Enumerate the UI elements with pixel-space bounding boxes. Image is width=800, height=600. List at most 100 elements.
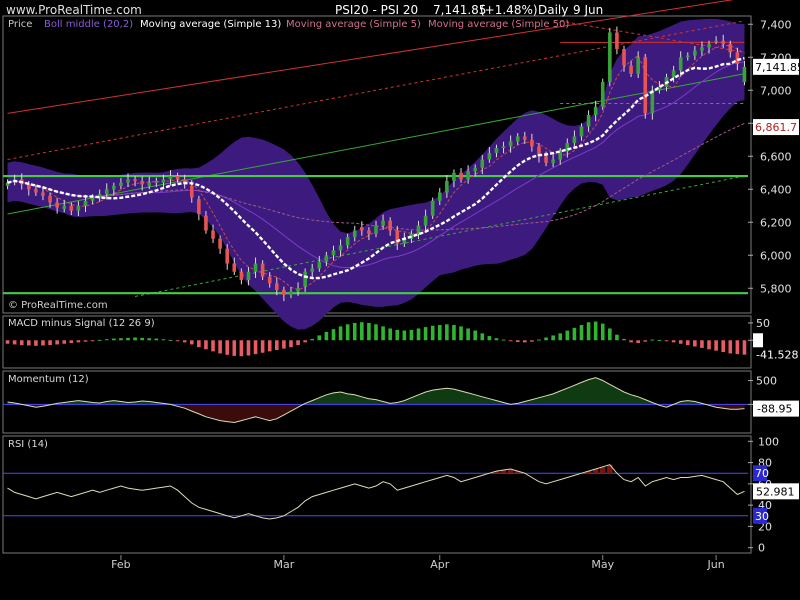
- macd-bar: [345, 324, 350, 341]
- candle-body: [480, 159, 485, 168]
- candle-body: [459, 172, 463, 180]
- candle-body: [76, 205, 81, 211]
- candle-body: [324, 255, 329, 262]
- macd-bar: [636, 340, 640, 344]
- macd-bar: [685, 340, 690, 346]
- candle-body: [593, 106, 598, 115]
- candle-body: [685, 55, 690, 58]
- macd-bar: [445, 324, 449, 341]
- macd-bar: [402, 330, 407, 341]
- macd-bar: [586, 322, 591, 341]
- macd-bar: [246, 340, 251, 356]
- macd-bar: [317, 335, 322, 341]
- candle-body: [388, 220, 392, 231]
- candle-body: [104, 189, 109, 195]
- macd-bar: [175, 340, 180, 342]
- macd-bar: [523, 340, 527, 343]
- macd-bar: [182, 340, 187, 343]
- macd-bar: [69, 340, 74, 344]
- macd-bar: [473, 330, 477, 341]
- macd-bar: [218, 340, 222, 354]
- price-ytick-label: 6,000: [760, 249, 792, 262]
- macd-bar: [409, 329, 414, 341]
- macd-bar: [197, 340, 201, 348]
- date-label: 9 Jun: [573, 3, 604, 17]
- macd-bar: [608, 328, 612, 341]
- candle-body: [487, 152, 492, 160]
- rsi-last-value: 52.981: [756, 485, 795, 498]
- macd-bar: [579, 325, 584, 341]
- macd-bar: [466, 328, 470, 341]
- momentum-negative-area: [7, 404, 745, 423]
- macd-bar: [126, 337, 130, 341]
- candle-body: [289, 291, 293, 295]
- candle-body: [473, 167, 477, 172]
- candle-body: [112, 185, 116, 190]
- candle-body: [69, 205, 74, 211]
- macd-bar: [650, 339, 655, 341]
- macd-bar: [34, 340, 38, 346]
- candle-body: [331, 250, 336, 256]
- last-price: 7,141.85: [433, 3, 487, 17]
- macd-bar: [324, 331, 329, 341]
- macd-bar: [168, 339, 173, 341]
- macd-last-value: -41.528: [756, 349, 798, 362]
- candle-body: [707, 44, 711, 48]
- candle-body: [452, 172, 456, 181]
- momentum-positive-area: [7, 377, 745, 405]
- candle-body: [147, 182, 152, 186]
- macd-bar: [671, 340, 676, 343]
- candle-body: [374, 225, 378, 234]
- candle-body: [508, 141, 513, 147]
- macd-bar: [487, 336, 492, 341]
- candle-body: [161, 179, 166, 183]
- macd-bar: [565, 330, 570, 341]
- rsi-ytick-label: 100: [758, 435, 779, 448]
- macd-bar: [112, 338, 116, 341]
- rsi-guide-label: 70: [755, 467, 769, 480]
- candle-body: [246, 271, 251, 280]
- candle-body: [239, 271, 244, 280]
- candle-body: [232, 263, 237, 272]
- candle-body: [437, 192, 442, 201]
- macd-bar: [310, 338, 315, 341]
- macd-bar: [367, 322, 371, 341]
- candle-body: [168, 176, 173, 180]
- macd-bar: [189, 340, 194, 345]
- macd-bar: [19, 340, 24, 346]
- macd-bar: [742, 340, 747, 355]
- price-ytick-label: 5,800: [760, 282, 792, 295]
- candle-body: [140, 181, 144, 185]
- macd-bar: [544, 337, 548, 341]
- macd-bar: [395, 329, 400, 341]
- macd-bar: [260, 340, 265, 353]
- macd-bar: [657, 339, 662, 341]
- candle-body: [693, 50, 697, 56]
- momentum-title: Momentum (12): [8, 374, 89, 385]
- macd-bar: [600, 323, 605, 341]
- macd-bar: [643, 340, 648, 342]
- candle-body: [253, 263, 258, 272]
- candle-body: [700, 47, 704, 51]
- watermark: © ProRealTime.com: [8, 300, 108, 311]
- macd-bar: [331, 329, 336, 341]
- last-price-label: 7,141.85: [755, 61, 800, 74]
- candle-body: [494, 148, 499, 153]
- candle-body: [296, 288, 300, 292]
- macd-bar: [664, 340, 669, 342]
- macd-bar: [700, 340, 704, 348]
- macd-bar: [225, 340, 229, 355]
- macd-bar: [338, 326, 343, 341]
- macd-bar: [693, 340, 697, 347]
- macd-bar: [416, 328, 421, 341]
- candle-body: [600, 82, 605, 107]
- candle-body: [430, 200, 435, 216]
- candle-body: [721, 40, 725, 45]
- macd-bar: [501, 339, 506, 341]
- candle-body: [579, 126, 584, 137]
- macd-bar: [381, 326, 385, 341]
- macd-bar: [239, 340, 244, 357]
- candle-body: [515, 136, 520, 142]
- macd-bar: [55, 340, 59, 345]
- candle-body: [423, 215, 428, 226]
